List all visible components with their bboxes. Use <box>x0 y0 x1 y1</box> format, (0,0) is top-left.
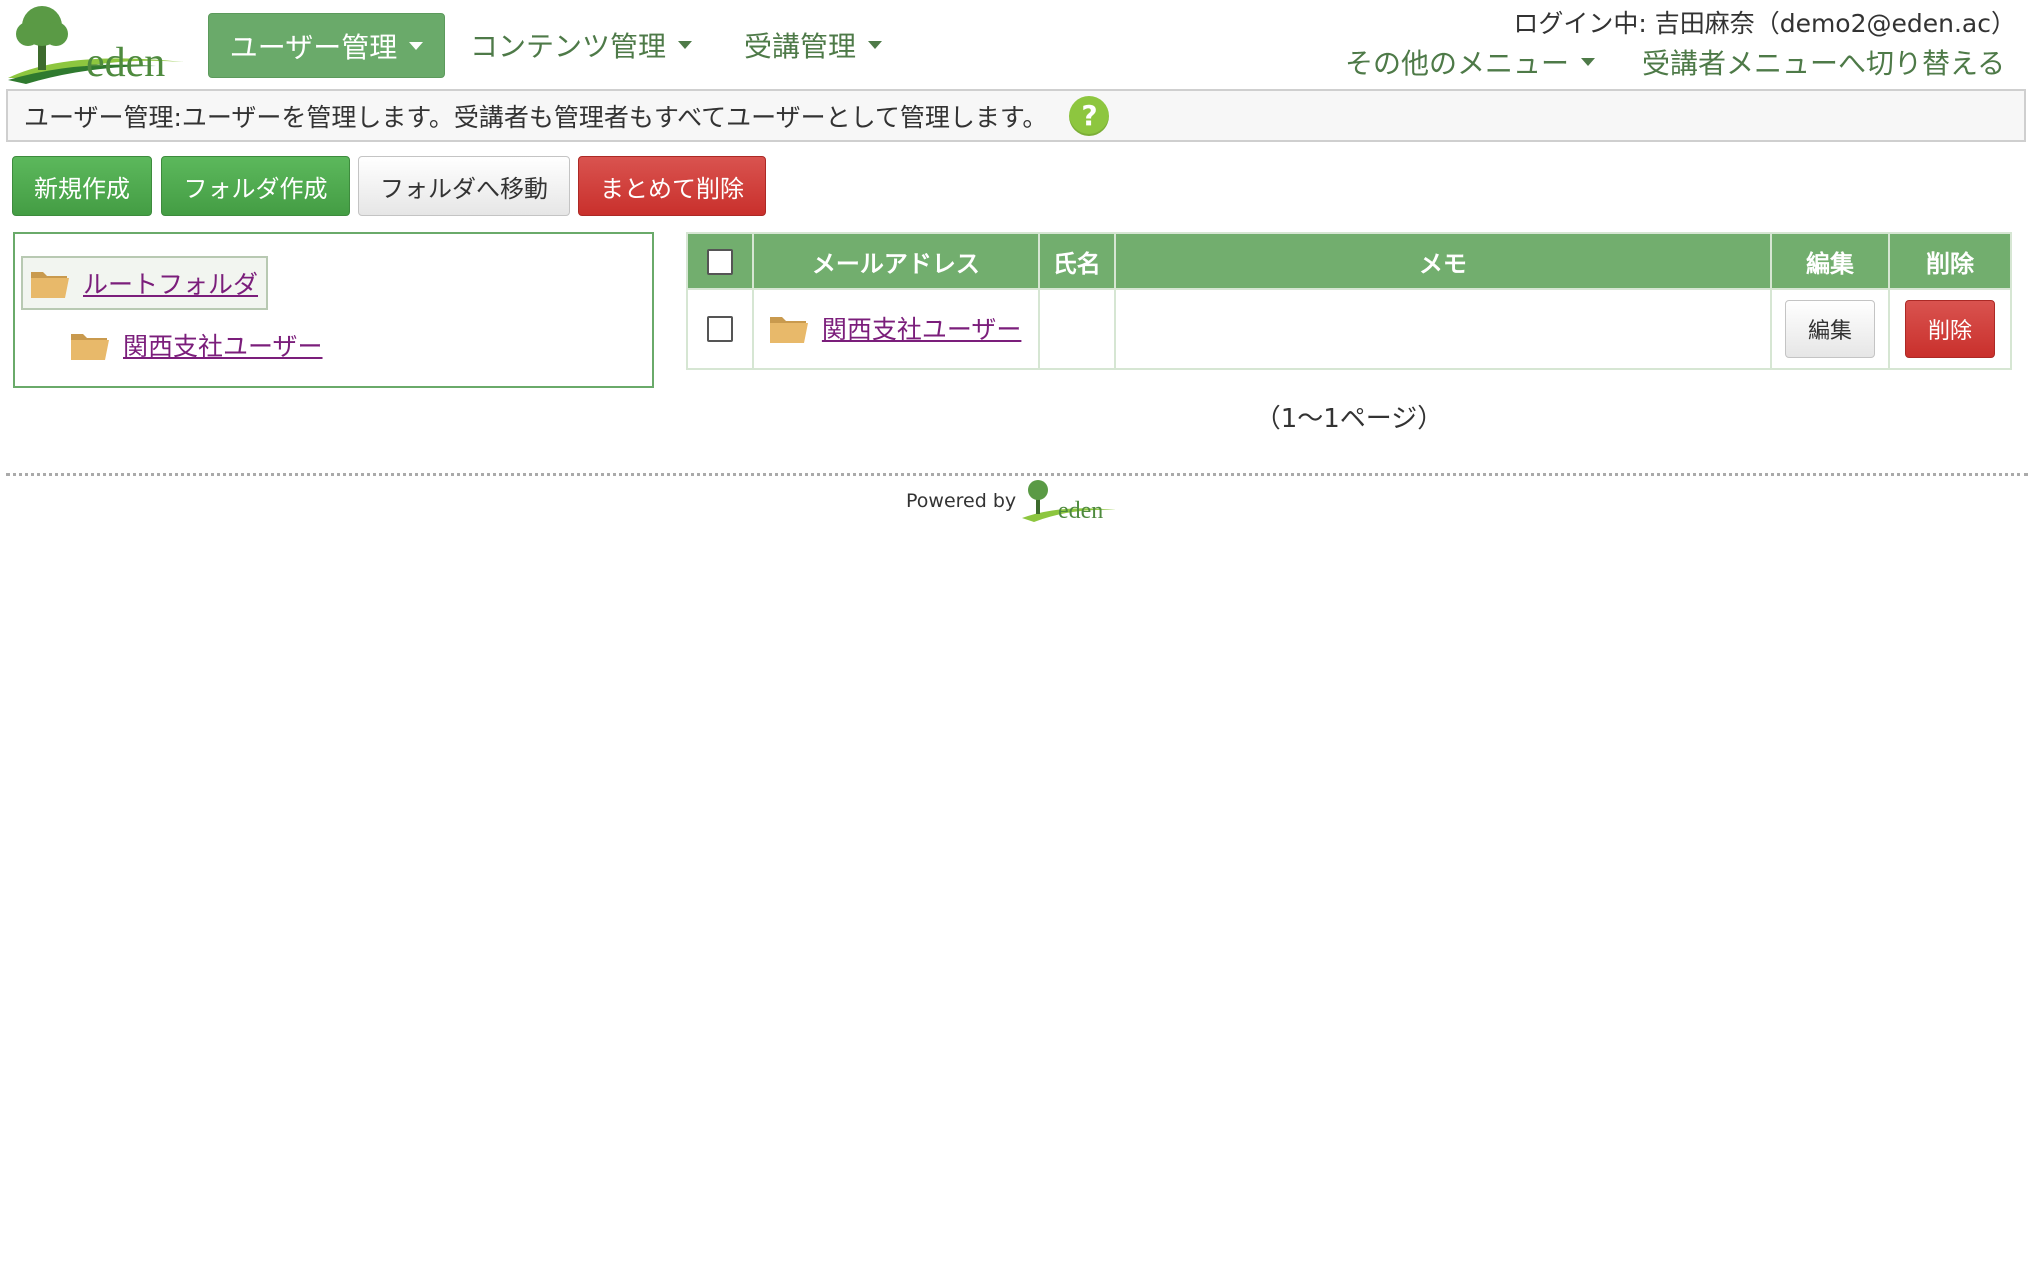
tree-folder-kansai-link[interactable]: 関西支社ユーザー <box>123 327 323 363</box>
chevron-down-icon <box>409 41 424 50</box>
tree-root-folder-link[interactable]: ルートフォルダ <box>83 265 258 301</box>
footer-divider <box>6 473 2028 476</box>
nav-content-management[interactable]: コンテンツ管理 <box>470 13 693 76</box>
page-description: ユーザー管理:ユーザーを管理します。受講者も管理者もすべてユーザーとして管理しま… <box>6 89 2026 142</box>
folder-tree: ルートフォルダ 関西支社ユーザー <box>13 232 654 388</box>
nav-course-management[interactable]: 受講管理 <box>744 13 883 76</box>
tree-root-folder[interactable]: ルートフォルダ <box>21 256 268 310</box>
login-info: ログイン中: 吉田麻奈（demo2@eden.ac） <box>1513 9 2016 38</box>
nav-user-management-label: ユーザー管理 <box>229 30 398 64</box>
row-memo <box>1113 288 1773 370</box>
chevron-down-icon <box>868 40 883 49</box>
row-delete-button[interactable]: 削除 <box>1905 300 1995 358</box>
help-icon[interactable]: ? <box>1069 95 1110 136</box>
select-all-checkbox[interactable] <box>706 249 733 275</box>
row-folder-link[interactable]: 関西支社ユーザー <box>822 310 1022 346</box>
page-description-text: ユーザー管理:ユーザーを管理します。受講者も管理者もすべてユーザーとして管理しま… <box>24 102 1048 132</box>
svg-text:eden: eden <box>86 40 165 84</box>
header-delete: 削除 <box>1888 232 2012 290</box>
new-button[interactable]: 新規作成 <box>12 156 152 216</box>
folder-open-icon <box>71 334 109 360</box>
row-edit-button[interactable]: 編集 <box>1785 300 1876 358</box>
table-header-row: メールアドレス 氏名 メモ 編集 削除 <box>686 232 2012 290</box>
powered-by-text: Powered by <box>906 490 1017 512</box>
move-to-folder-button[interactable]: フォルダへ移動 <box>358 156 570 216</box>
nav-user-management[interactable]: ユーザー管理 <box>208 13 445 78</box>
powered-by: Powered by eden <box>906 478 1118 524</box>
row-checkbox[interactable] <box>706 316 733 342</box>
header-name[interactable]: 氏名 <box>1037 232 1116 290</box>
eden-logo[interactable]: eden <box>6 0 186 86</box>
header-email[interactable]: メールアドレス <box>751 232 1040 290</box>
eden-footer-logo: eden <box>1022 480 1117 524</box>
header-memo[interactable]: メモ <box>1113 232 1773 290</box>
other-menu-label: その他のメニュー <box>1345 47 1570 80</box>
table-row: 関西支社ユーザー 編集 削除 <box>686 288 2012 370</box>
folder-open-icon <box>31 272 69 298</box>
nav-content-management-label: コンテンツ管理 <box>470 29 667 63</box>
header-select-all[interactable] <box>686 232 754 290</box>
user-table: メールアドレス 氏名 メモ 編集 削除 関西支社ユーザー 編集 削除 <box>686 232 2012 370</box>
nav-course-management-label: 受講管理 <box>744 29 857 63</box>
folder-open-icon <box>769 316 808 343</box>
other-menu-dropdown[interactable]: その他のメニュー <box>1345 42 1596 82</box>
svg-text:eden: eden <box>1058 498 1103 524</box>
switch-to-learner-menu-link[interactable]: 受講者メニューへ切り替える <box>1642 42 2005 82</box>
chevron-down-icon <box>1581 58 1596 66</box>
new-folder-button[interactable]: フォルダ作成 <box>161 156 350 216</box>
tree-folder-kansai[interactable]: 関西支社ユーザー <box>69 320 323 370</box>
row-name <box>1037 288 1116 370</box>
bulk-delete-button[interactable]: まとめて削除 <box>578 156 766 216</box>
pagination-info: （1〜1ページ） <box>1254 404 1444 434</box>
chevron-down-icon <box>678 40 693 49</box>
header-edit: 編集 <box>1770 232 1891 290</box>
